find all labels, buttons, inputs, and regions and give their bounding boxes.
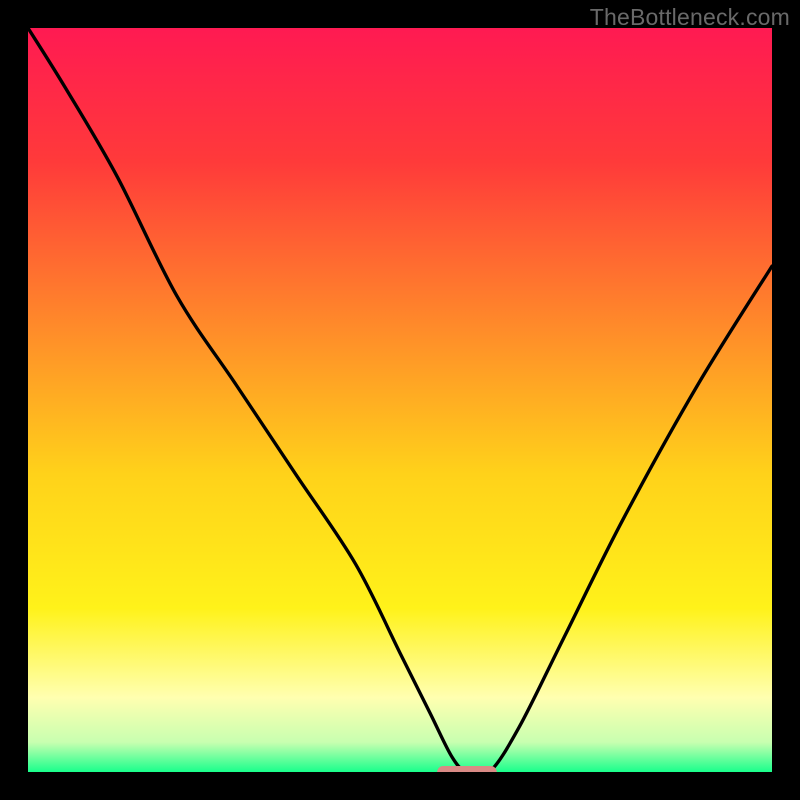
chart-background bbox=[28, 28, 772, 772]
chart-frame: TheBottleneck.com bbox=[0, 0, 800, 800]
watermark-text: TheBottleneck.com bbox=[590, 4, 790, 31]
bottleneck-chart bbox=[28, 28, 772, 772]
min-marker bbox=[437, 766, 497, 772]
